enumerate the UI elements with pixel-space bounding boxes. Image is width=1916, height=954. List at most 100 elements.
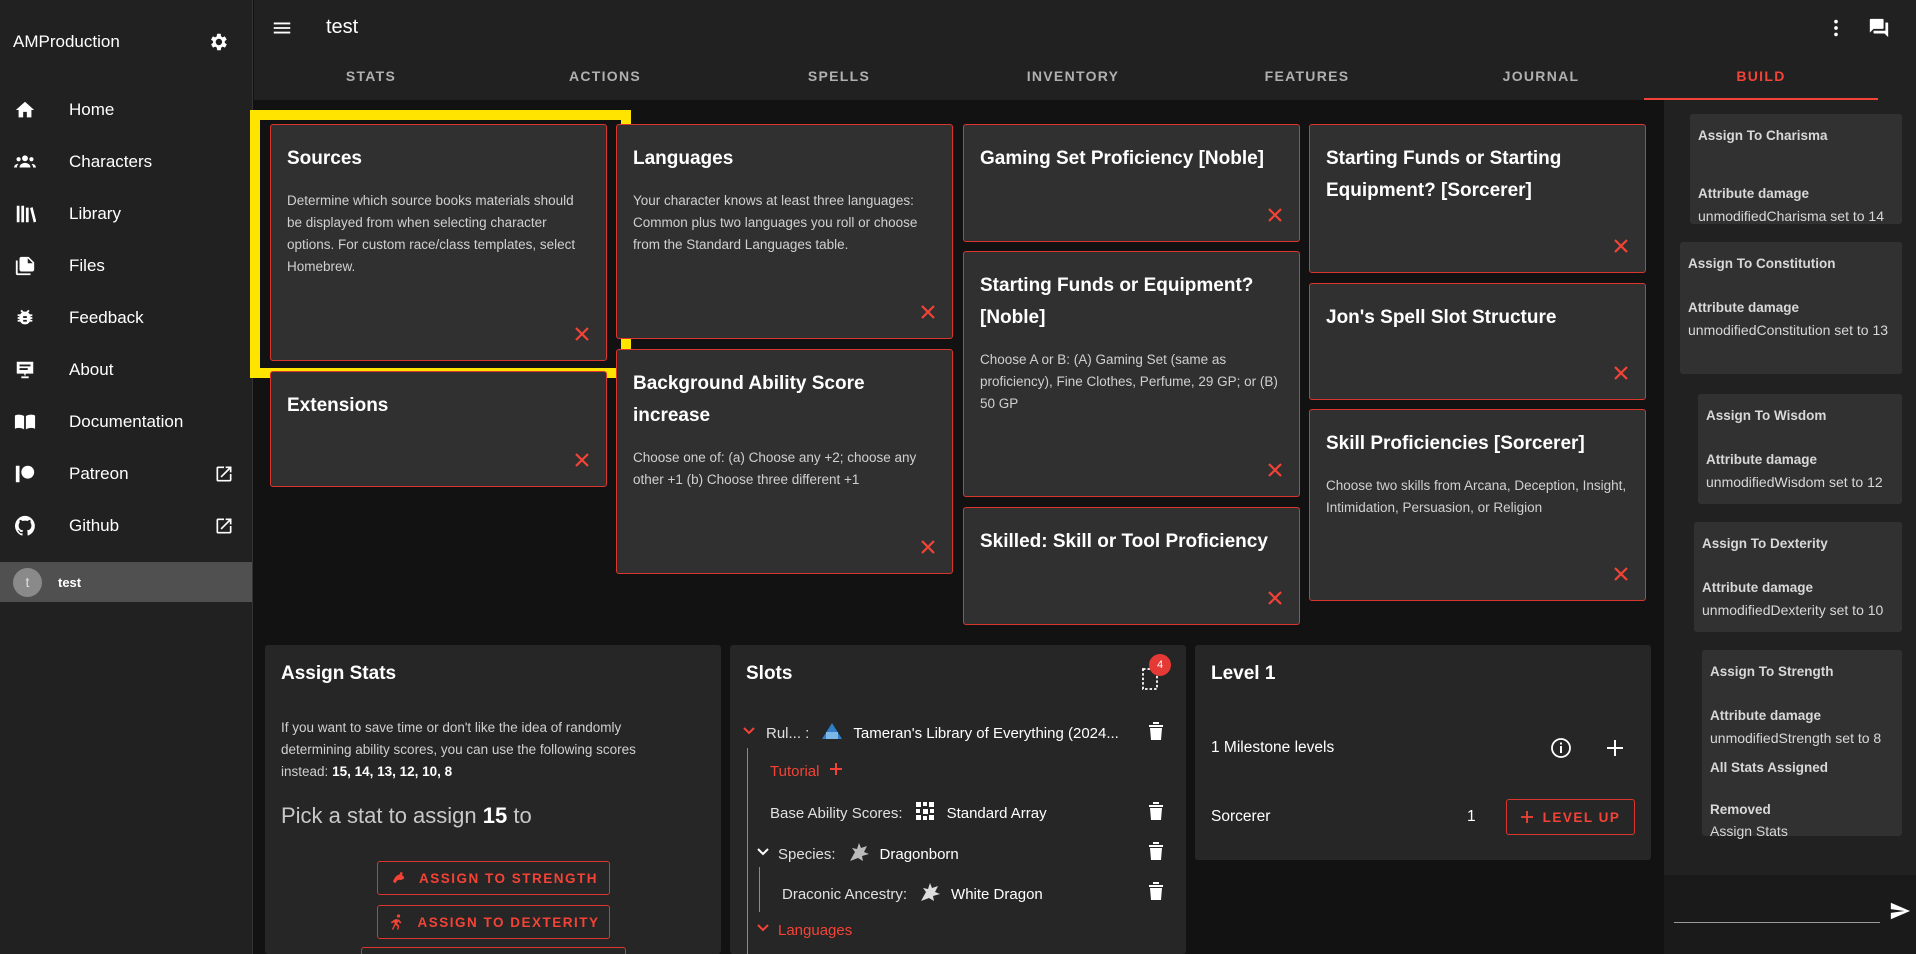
slot-draconic-ancestry: Draconic Ancestry: White Dragon: [782, 881, 1043, 907]
close-icon[interactable]: [1611, 236, 1631, 256]
slot-value[interactable]: Dragonborn: [880, 846, 959, 863]
card-skilled-proficiency[interactable]: Skilled: Skill or Tool Proficiency: [963, 507, 1300, 625]
close-icon[interactable]: [918, 537, 938, 557]
close-icon[interactable]: [1265, 460, 1285, 480]
trash-icon[interactable]: [1146, 840, 1166, 862]
sidebar-item-home[interactable]: Home: [0, 84, 252, 136]
chat-icon[interactable]: [1864, 14, 1894, 42]
slot-value[interactable]: Standard Array: [947, 805, 1047, 822]
close-icon[interactable]: [572, 450, 592, 470]
strength-icon: [389, 869, 409, 887]
log-title: Assign To Wisdom: [1706, 408, 1827, 423]
menu-icon[interactable]: [268, 14, 296, 42]
slot-label: Languages: [778, 921, 853, 939]
trash-icon[interactable]: [1146, 800, 1166, 822]
info-icon[interactable]: [1550, 737, 1572, 764]
tab-stats[interactable]: STATS: [254, 52, 488, 100]
external-link-icon[interactable]: [212, 462, 236, 486]
card-skill-proficiencies-sorcerer[interactable]: Skill Proficiencies [Sorcerer] Choose tw…: [1309, 409, 1646, 601]
sidebar-item-documentation[interactable]: Documentation: [0, 396, 252, 448]
chevron-down-icon[interactable]: [756, 921, 770, 939]
card-description: Your character knows at least three lang…: [633, 193, 918, 252]
add-icon[interactable]: [1605, 738, 1625, 763]
close-icon[interactable]: [1611, 363, 1631, 383]
close-icon[interactable]: [918, 302, 938, 322]
sidebar-item-github[interactable]: Github: [0, 500, 252, 552]
slot-label: Tutorial: [770, 762, 820, 780]
book-icon: [12, 409, 38, 435]
card-spell-slot-structure[interactable]: Jon's Spell Slot Structure: [1309, 283, 1646, 400]
slot-species: Species: Dragonborn: [756, 841, 959, 867]
card-description: Choose A or B: (A) Gaming Set (same as p…: [980, 352, 1278, 411]
more-vert-icon[interactable]: [1822, 14, 1850, 42]
sidebar-item-library[interactable]: Library: [0, 188, 252, 240]
card-background-ability-score[interactable]: Background Ability Score increase Choose…: [616, 349, 953, 574]
event-log: Assign To Charisma Attribute damage unmo…: [1664, 100, 1916, 875]
tab-journal[interactable]: JOURNAL: [1424, 52, 1658, 100]
sidebar-item-label: Files: [69, 256, 105, 275]
close-icon[interactable]: [572, 324, 592, 344]
people-icon: [12, 149, 38, 175]
card-languages[interactable]: Languages Your character knows at least …: [616, 124, 953, 339]
gear-icon[interactable]: [204, 28, 232, 56]
card-sources[interactable]: Sources Determine which source books mat…: [270, 124, 607, 361]
tab-spells[interactable]: SPELLS: [722, 52, 956, 100]
assign-dexterity-button[interactable]: ASSIGN TO DEXTERITY: [377, 905, 610, 939]
sidebar-item-files[interactable]: Files: [0, 240, 252, 292]
assign-next-button-partial[interactable]: [361, 947, 626, 954]
card-description: Determine which source books materials s…: [287, 193, 576, 274]
sidebar-item-patreon[interactable]: Patreon: [0, 448, 252, 500]
sidebar-item-characters[interactable]: Characters: [0, 136, 252, 188]
card-starting-funds-sorcerer[interactable]: Starting Funds or Starting Equipment? [S…: [1309, 124, 1646, 273]
message-input[interactable]: [1674, 893, 1880, 921]
log-removed-value: Assign Stats: [1710, 823, 1788, 839]
tab-features[interactable]: FEATURES: [1190, 52, 1424, 100]
sidebar-item-label: Characters: [69, 152, 153, 171]
assign-strength-button[interactable]: ASSIGN TO STRENGTH: [377, 861, 610, 895]
about-icon: [12, 357, 38, 383]
card-title: Skilled: Skill or Tool Proficiency: [980, 531, 1268, 552]
close-icon[interactable]: [1265, 588, 1285, 608]
external-link-icon[interactable]: [212, 514, 236, 538]
top-bar: test STATS ACTIONS SPELLS INVENTORY FEAT…: [254, 0, 1916, 100]
standard-scores: 15, 14, 13, 12, 10, 8: [332, 764, 453, 779]
log-entry: Assign To Dexterity Attribute damage unm…: [1694, 522, 1902, 632]
trash-icon[interactable]: [1146, 880, 1166, 902]
chevron-down-icon[interactable]: [756, 845, 770, 863]
tab-build[interactable]: BUILD: [1644, 52, 1878, 100]
close-icon[interactable]: [1265, 205, 1285, 225]
slot-label: Draconic Ancestry:: [782, 885, 908, 903]
sidebar-item-about[interactable]: About: [0, 344, 252, 396]
panel-description: If you want to save time or don't like t…: [281, 717, 681, 783]
message-bar: [1664, 875, 1916, 954]
sidebar-item-feedback[interactable]: Feedback: [0, 292, 252, 344]
slot-label: Rul... :: [766, 724, 810, 742]
pick-value: 15: [482, 803, 508, 828]
level-up-button[interactable]: LEVEL UP: [1506, 799, 1635, 835]
card-description: Choose one of: (a) Choose any +2; choose…: [633, 450, 917, 487]
trash-icon[interactable]: [1146, 720, 1166, 742]
card-title: Starting Funds or Equipment? [Noble]: [980, 275, 1254, 328]
slot-tutorial[interactable]: Tutorial: [770, 762, 843, 780]
card-starting-funds-noble[interactable]: Starting Funds or Equipment? [Noble] Cho…: [963, 251, 1300, 497]
slot-value[interactable]: Tameran's Library of Everything (2024...: [853, 725, 1119, 742]
log-subtitle: Attribute damage: [1688, 300, 1800, 315]
sidebar-header: AMProduction: [0, 0, 252, 84]
card-title: Extensions: [287, 395, 389, 416]
slot-value[interactable]: White Dragon: [951, 886, 1043, 903]
card-title: Gaming Set Proficiency [Noble]: [980, 148, 1264, 169]
tab-inventory[interactable]: INVENTORY: [956, 52, 1190, 100]
sidebar-character-test[interactable]: t test: [0, 562, 252, 602]
bug-icon: [12, 305, 38, 331]
card-extensions[interactable]: Extensions: [270, 371, 607, 487]
slot-languages[interactable]: Languages: [756, 921, 852, 939]
chevron-down-icon[interactable]: [742, 724, 756, 742]
log-value: unmodifiedStrength set to 8: [1710, 730, 1882, 746]
card-title: Skill Proficiencies [Sorcerer]: [1326, 433, 1585, 454]
add-icon[interactable]: [829, 762, 843, 780]
send-icon[interactable]: [1886, 897, 1914, 925]
panel-title: Slots: [746, 663, 793, 684]
card-gaming-set-proficiency[interactable]: Gaming Set Proficiency [Noble]: [963, 124, 1300, 242]
tab-actions[interactable]: ACTIONS: [488, 52, 722, 100]
close-icon[interactable]: [1611, 564, 1631, 584]
